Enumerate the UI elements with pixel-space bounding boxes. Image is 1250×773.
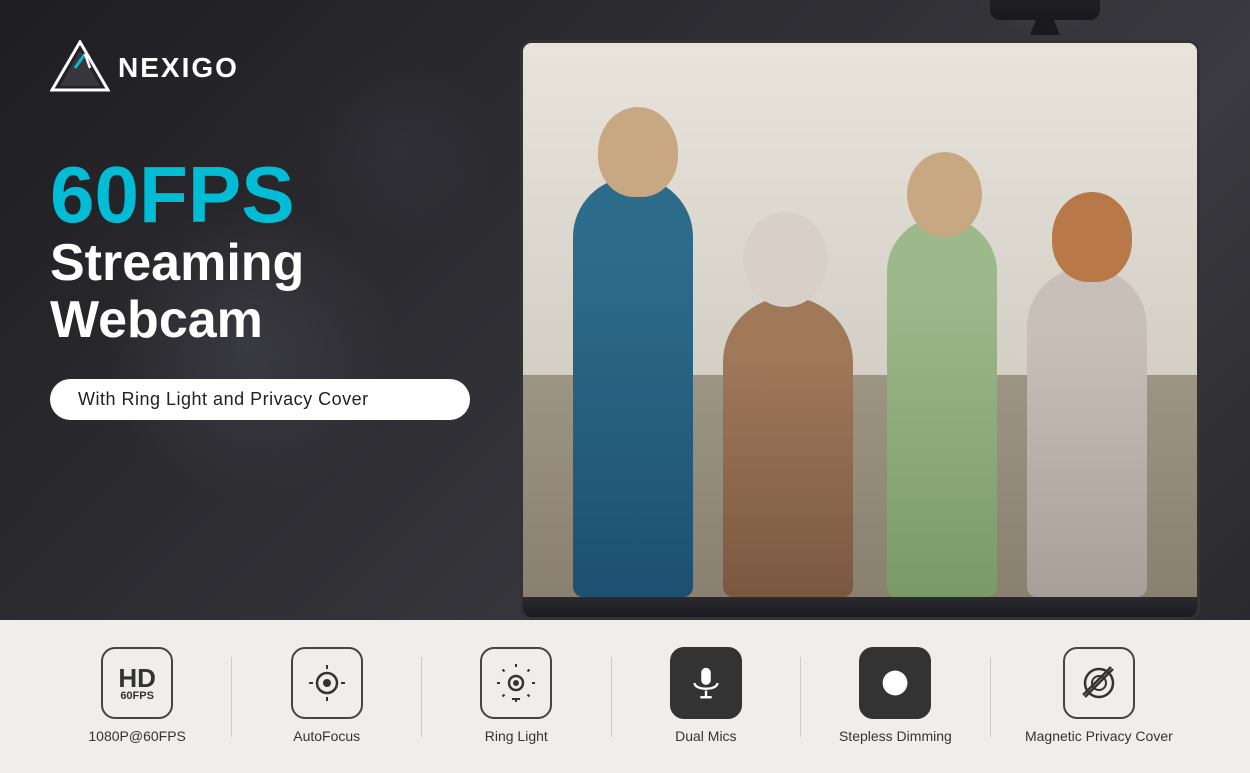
privacy-icon-box	[1063, 647, 1135, 719]
webcam-device: NEXIGO	[990, 0, 1100, 35]
hd-text: HD	[118, 665, 156, 691]
ring-light-icon	[496, 663, 536, 703]
monitor-wrapper: NEXIGO	[520, 40, 1200, 620]
family-photo	[523, 43, 1197, 597]
hd-icon-box: HD 60FPS	[101, 647, 173, 719]
dimming-icon	[876, 664, 914, 702]
monitor-screen	[523, 43, 1197, 597]
dual-mics-icon-box	[670, 647, 742, 719]
feature-label-ring-light: Ring Light	[485, 727, 548, 745]
divider-3	[611, 657, 612, 737]
top-section: NEXIGO 60FPS Streaming Webcam With Ring …	[0, 0, 1250, 620]
mic-icon	[687, 664, 725, 702]
person-2-body	[887, 217, 997, 597]
person-3-body	[723, 297, 853, 597]
hd-fps-sub: 60FPS	[120, 691, 154, 702]
ring-light-icon-box	[480, 647, 552, 719]
feature-label-autofocus: AutoFocus	[293, 727, 360, 745]
dimming-icon-box	[859, 647, 931, 719]
tagline-pill: With Ring Light and Privacy Cover	[50, 379, 470, 420]
feature-hd-60fps: HD 60FPS 1080P@60FPS	[77, 647, 197, 745]
webcam-mount	[1030, 20, 1060, 35]
feature-label-privacy: Magnetic Privacy Cover	[1025, 727, 1173, 745]
person-3-head	[743, 212, 828, 307]
main-container: NEXIGO 60FPS Streaming Webcam With Ring …	[0, 0, 1250, 773]
left-panel: NEXIGO 60FPS Streaming Webcam With Ring …	[0, 0, 520, 620]
fps-label: 60FPS	[50, 155, 470, 235]
person-1-body	[573, 177, 693, 597]
webcam-body: NEXIGO	[990, 0, 1100, 20]
divider-5	[990, 657, 991, 737]
fps-headline: 60FPS Streaming Webcam	[50, 155, 470, 379]
right-panel: NEXIGO	[520, 0, 1250, 620]
feature-ring-light: Ring Light	[456, 647, 576, 745]
monitor-bezel-bottom	[523, 597, 1197, 617]
bottom-features-bar: HD 60FPS 1080P@60FPS AutoFocus	[0, 620, 1250, 773]
person-2-head	[907, 152, 982, 237]
nexigo-logo-icon	[50, 40, 110, 95]
person-4-body	[1027, 267, 1147, 597]
brand-name: NEXIGO	[118, 52, 239, 84]
hero-title: Streaming Webcam	[50, 235, 470, 349]
divider-4	[800, 657, 801, 737]
divider-2	[421, 657, 422, 737]
monitor-frame	[520, 40, 1200, 620]
autofocus-icon	[307, 663, 347, 703]
logo-area: NEXIGO	[50, 40, 470, 95]
autofocus-icon-box	[291, 647, 363, 719]
feature-label-dimming: Stepless Dimming	[839, 727, 952, 745]
feature-privacy-cover: Magnetic Privacy Cover	[1025, 647, 1173, 745]
divider-1	[231, 657, 232, 737]
hd-icon: HD 60FPS	[118, 665, 156, 702]
feature-dual-mics: Dual Mics	[646, 647, 766, 745]
feature-label-dual-mics: Dual Mics	[675, 727, 736, 745]
person-1-head	[598, 107, 678, 197]
privacy-cover-icon	[1079, 663, 1119, 703]
feature-stepless-dimming: Stepless Dimming	[835, 647, 955, 745]
feature-label-hd: 1080P@60FPS	[88, 727, 186, 745]
person-4-head	[1052, 192, 1132, 282]
feature-autofocus: AutoFocus	[267, 647, 387, 745]
